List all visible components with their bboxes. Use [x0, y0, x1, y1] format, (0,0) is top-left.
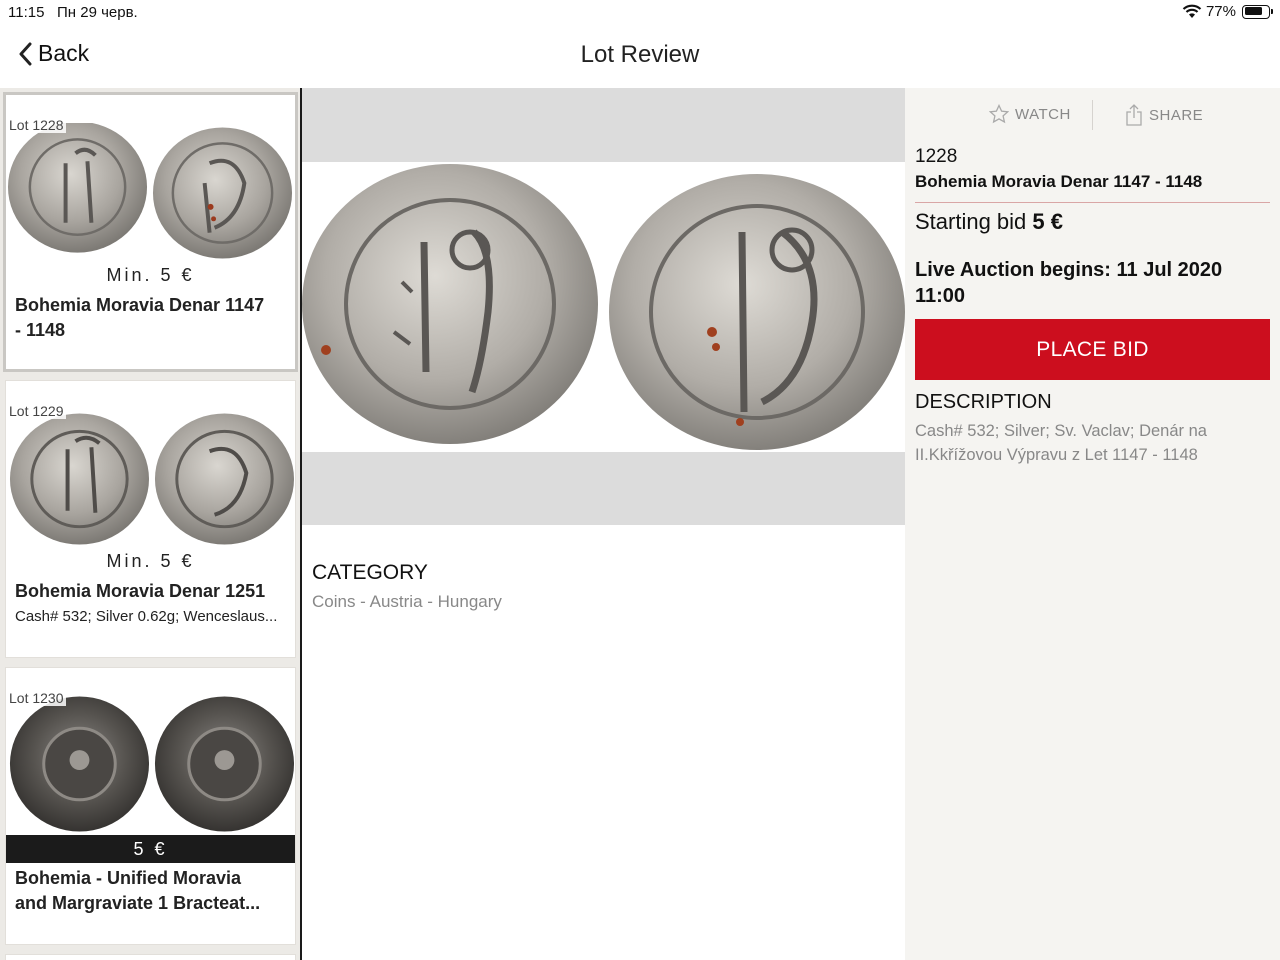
share-icon — [1126, 104, 1142, 126]
lot-title-line2: and Margraviate 1 Bracteat... — [15, 893, 261, 913]
lot-title-line1: Bohemia Moravia Denar 1147 — [15, 295, 265, 315]
battery-icon — [1242, 4, 1273, 19]
lot-image — [302, 162, 905, 452]
coin-image — [302, 164, 905, 450]
nav-bar: Back Lot Review — [0, 26, 1280, 88]
lot-card-1229[interactable]: Lot 1229 Min. 5 € Bohemia Moravia Denar … — [5, 380, 296, 658]
lot-detail-panel: WATCH SHARE 1228 Bohemia Moravia Denar 1… — [905, 88, 1280, 960]
lot-number-label: Lot 1228 — [9, 117, 66, 133]
lot-number: 1228 — [915, 146, 958, 167]
status-bar: 11:15 Пн 29 черв. 77% — [0, 0, 1280, 26]
lot-title-line2: - 1148 — [15, 320, 66, 340]
wifi-icon — [1182, 4, 1202, 18]
lot-card-1228[interactable]: Lot 1228 Min. 5 € Bohemia Moravia Denar … — [3, 92, 298, 372]
lot-min-price: Min. 5 € — [106, 265, 195, 285]
description-line1: Cash# 532; Silver; Sv. Vaclav; Denár na — [915, 422, 1207, 440]
watch-button[interactable]: WATCH — [989, 104, 1071, 124]
share-label: SHARE — [1149, 106, 1204, 124]
description-heading: DESCRIPTION — [915, 391, 1052, 413]
lot-title-line1: Bohemia - Unified Moravia — [15, 868, 242, 888]
lot-card-1230[interactable]: Lot 1230 5 € Bohemia - Unified Moravia a… — [5, 667, 296, 945]
star-icon — [989, 104, 1009, 124]
page-title: Lot Review — [580, 41, 700, 68]
live-auction-line1: Live Auction begins: 11 Jul 2020 — [915, 259, 1223, 281]
category-value: Coins - Austria - Hungary — [312, 592, 502, 611]
starting-bid-label: Starting bid — [915, 209, 1027, 234]
coin-thumbnail — [8, 123, 293, 259]
lot-image-viewer[interactable] — [302, 88, 905, 525]
live-auction-info: Live Auction begins: 11 Jul 2020 11:00 — [915, 257, 1265, 309]
description-text: Cash# 532; Silver; Sv. Vaclav; Denár na … — [915, 419, 1265, 467]
lot-title: Bohemia Moravia Denar 1147 - 1148 — [15, 293, 283, 343]
battery-percent: 77% — [1205, 3, 1236, 20]
coin-thumbnail — [9, 696, 295, 832]
lot-card-next[interactable] — [5, 954, 296, 960]
action-divider — [1092, 100, 1093, 130]
status-date: Пн 29 черв. — [57, 4, 138, 21]
category-heading: CATEGORY — [312, 561, 428, 584]
status-right: 77% — [1182, 3, 1273, 20]
starting-bid: Starting bid 5 € — [915, 209, 1063, 235]
watch-label: WATCH — [1015, 105, 1071, 123]
lot-detail-title: Bohemia Moravia Denar 1147 - 1148 — [915, 172, 1203, 191]
lot-number-label: Lot 1230 — [9, 690, 66, 706]
live-auction-line2: 11:00 — [915, 285, 966, 307]
place-bid-button[interactable]: PLACE BID — [915, 319, 1270, 380]
title-divider — [915, 202, 1270, 203]
lot-price: 5 € — [6, 835, 295, 863]
lot-title: Bohemia Moravia Denar 1251 — [15, 581, 266, 601]
starting-bid-value: 5 € — [1032, 209, 1064, 234]
share-button[interactable]: SHARE — [1125, 104, 1203, 126]
status-time: 11:15 — [8, 4, 45, 21]
coin-thumbnail — [9, 413, 295, 545]
lot-title: Bohemia - Unified Moravia and Margraviat… — [15, 866, 283, 916]
lot-number-label: Lot 1229 — [9, 403, 66, 419]
lot-subtitle: Cash# 532; Silver 0.62g; Wenceslaus... — [15, 608, 278, 625]
lot-list[interactable]: Lot 1228 Min. 5 € Bohemia Moravia Denar … — [0, 88, 302, 960]
lot-min-price: Min. 5 € — [106, 551, 195, 571]
description-line2: II.Kkřížovou Výpravu z Let 1147 - 1148 — [915, 446, 1198, 464]
